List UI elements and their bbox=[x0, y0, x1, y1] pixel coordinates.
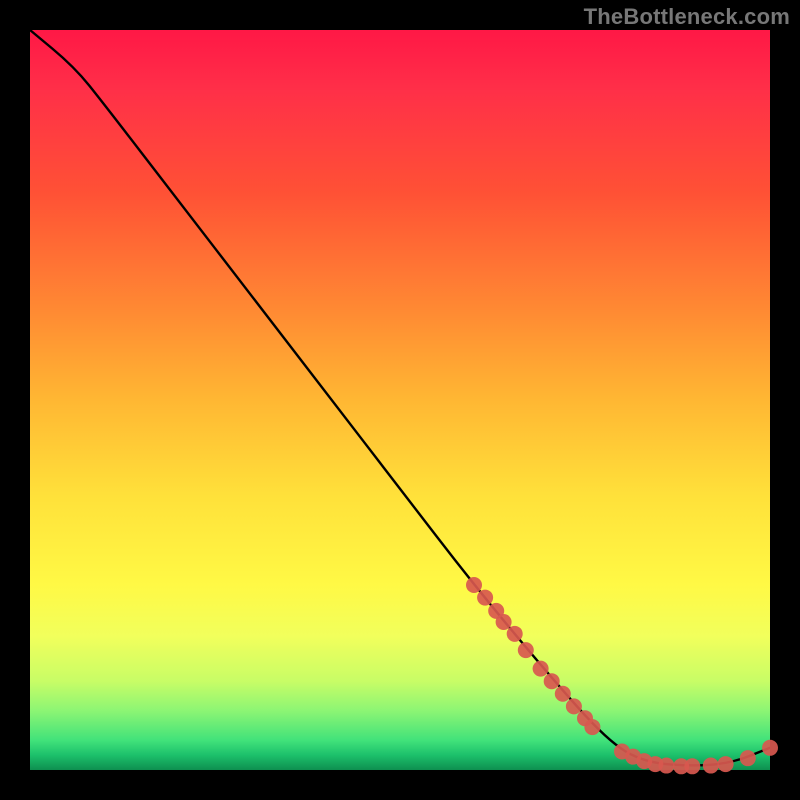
attribution-text: TheBottleneck.com bbox=[584, 4, 790, 30]
data-marker bbox=[477, 590, 493, 606]
plot-area bbox=[30, 30, 770, 770]
data-marker bbox=[703, 758, 719, 774]
data-marker bbox=[718, 756, 734, 772]
data-marker bbox=[555, 686, 571, 702]
chart-svg bbox=[30, 30, 770, 770]
marker-group bbox=[466, 577, 778, 774]
data-marker bbox=[684, 758, 700, 774]
data-marker bbox=[533, 661, 549, 677]
data-marker bbox=[544, 673, 560, 689]
data-marker bbox=[762, 740, 778, 756]
data-marker bbox=[566, 698, 582, 714]
chart-frame: TheBottleneck.com bbox=[0, 0, 800, 800]
data-marker bbox=[466, 577, 482, 593]
data-marker bbox=[658, 758, 674, 774]
bottleneck-curve bbox=[30, 30, 770, 765]
data-marker bbox=[496, 614, 512, 630]
data-marker bbox=[584, 719, 600, 735]
data-marker bbox=[518, 642, 534, 658]
data-marker bbox=[507, 626, 523, 642]
data-marker bbox=[740, 750, 756, 766]
